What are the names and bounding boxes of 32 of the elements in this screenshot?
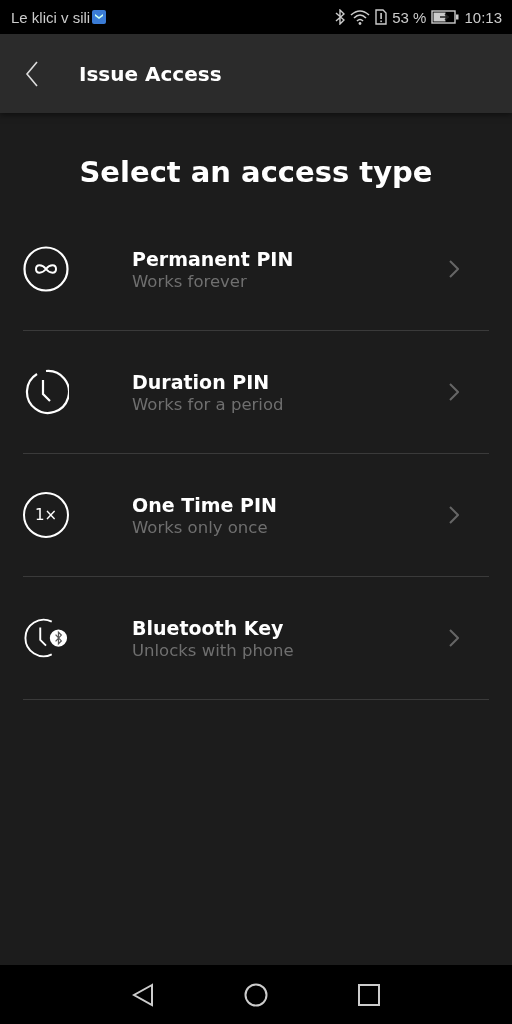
option-description: Works for a period bbox=[132, 394, 284, 414]
carrier-name: Le klici v sili bbox=[11, 8, 91, 26]
option-title: Duration PIN bbox=[132, 370, 271, 393]
clock-icon bbox=[23, 369, 69, 415]
option-description: Unlocks with phone bbox=[132, 640, 294, 660]
chevron-right-icon bbox=[449, 506, 459, 524]
chevron-right-icon bbox=[449, 260, 459, 278]
infinity-icon bbox=[23, 246, 69, 292]
home-button[interactable] bbox=[244, 982, 268, 1007]
option-title: Bluetooth Key bbox=[132, 616, 285, 639]
recents-button[interactable] bbox=[358, 983, 380, 1006]
screen-title: Issue Access bbox=[79, 61, 222, 86]
access-option[interactable]: Bluetooth Key Unlocks with phone bbox=[23, 577, 489, 699]
back-nav-button[interactable] bbox=[132, 982, 154, 1007]
battery-percent: 53 % bbox=[392, 8, 427, 26]
option-description: Works only once bbox=[132, 517, 269, 537]
app-notification-icon bbox=[92, 10, 107, 24]
chevron-right-icon bbox=[449, 383, 459, 401]
bluetooth-icon bbox=[335, 9, 346, 25]
clock-time: 10:13 bbox=[464, 8, 502, 26]
option-title: One Time PIN bbox=[132, 493, 277, 516]
page-heading: Select an access type bbox=[78, 155, 434, 189]
access-option[interactable]: Duration PIN Works for a period bbox=[23, 331, 489, 453]
option-title: Permanent PIN bbox=[132, 247, 294, 270]
chevron-right-icon bbox=[449, 629, 459, 647]
access-option[interactable]: 1× One Time PIN Works only once bbox=[23, 454, 489, 576]
sim-alert-icon bbox=[375, 9, 388, 25]
wifi-icon bbox=[350, 9, 371, 25]
option-description: Works forever bbox=[132, 271, 248, 291]
access-option[interactable]: Permanent PIN Works forever bbox=[23, 208, 489, 330]
one-time-icon: 1× bbox=[23, 492, 69, 538]
battery-charging-icon bbox=[431, 10, 460, 24]
